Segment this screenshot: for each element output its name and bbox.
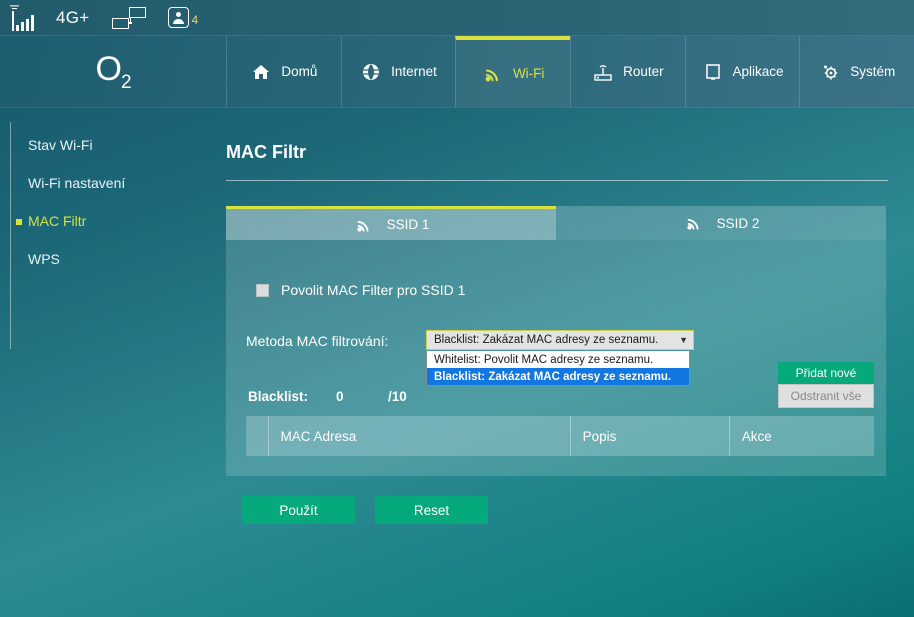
nav-item-internet[interactable]: Internet bbox=[340, 36, 456, 107]
option-label: Whitelist: Povolit MAC adresy ze seznamu… bbox=[434, 353, 654, 366]
enable-filter-checkbox[interactable] bbox=[256, 283, 269, 297]
list-name-label: Blacklist: bbox=[248, 388, 309, 404]
monitor-icon bbox=[702, 61, 724, 83]
signal-bar-group bbox=[16, 14, 34, 31]
router-icon bbox=[592, 61, 614, 83]
nav-item-label: Aplikace bbox=[732, 64, 784, 79]
sidebar-item-wps[interactable]: WPS bbox=[0, 240, 226, 278]
filter-method-selected-value: Blacklist: Zakázat MAC adresy ze seznamu… bbox=[434, 334, 659, 346]
signal-strength-indicator bbox=[10, 4, 34, 31]
network-nodes-icon bbox=[111, 6, 146, 29]
sidebar-item-stav-wifi[interactable]: Stav Wi-Fi bbox=[0, 126, 226, 164]
list-count-value: 0 bbox=[336, 388, 344, 404]
brand-logo-letter: O bbox=[95, 49, 121, 88]
tab-ssid-1[interactable]: SSID 1 bbox=[226, 206, 556, 240]
wifi-icon bbox=[683, 212, 705, 234]
sidebar-item-label: WPS bbox=[28, 251, 60, 267]
table-col-select bbox=[246, 416, 268, 456]
tab-label: SSID 1 bbox=[386, 217, 430, 232]
tab-ssid-2[interactable]: SSID 2 bbox=[556, 206, 886, 240]
nav-item-label: Wi-Fi bbox=[512, 66, 545, 81]
option-label: Blacklist: Zakázat MAC adresy ze seznamu… bbox=[434, 370, 672, 383]
wifi-icon bbox=[353, 214, 375, 236]
table-col-mac-address: MAC Adresa bbox=[267, 416, 571, 456]
connected-users-icon bbox=[167, 7, 189, 28]
brand-logo: O2 bbox=[0, 36, 226, 107]
nav-item-aplikace[interactable]: Aplikace bbox=[684, 36, 800, 107]
connected-users-indicator: 4 bbox=[167, 7, 199, 28]
signal-waves-icon bbox=[10, 4, 19, 9]
nav-item-system[interactable]: Systém bbox=[799, 36, 914, 107]
globe-icon bbox=[360, 61, 382, 83]
nav-items: Domů Internet Wi-Fi Router Aplikace Syst… bbox=[226, 36, 914, 107]
enable-filter-row: Povolit MAC Filter pro SSID 1 bbox=[226, 262, 886, 298]
content-area: MAC Filtr SSID 1 SSID 2 Povolit MAC Filt… bbox=[226, 108, 914, 617]
ssid-tabs: SSID 1 SSID 2 bbox=[226, 206, 886, 240]
filter-method-select[interactable]: Blacklist: Zakázat MAC adresy ze seznamu… bbox=[426, 330, 694, 350]
list-max-value: /10 bbox=[388, 388, 407, 404]
nav-item-label: Domů bbox=[281, 64, 318, 79]
enable-filter-label: Povolit MAC Filter pro SSID 1 bbox=[281, 282, 466, 298]
delete-all-button: Odstranit vše bbox=[778, 384, 874, 408]
sidebar-item-mac-filtr[interactable]: MAC Filtr bbox=[0, 202, 226, 240]
connected-users-count: 4 bbox=[191, 13, 199, 27]
status-bar: 4G+ 4 bbox=[0, 0, 914, 36]
main-layout: Stav Wi-Fi Wi-Fi nastavení MAC Filtr WPS… bbox=[0, 108, 914, 617]
signal-mast bbox=[12, 10, 14, 31]
sidebar-item-wifi-nastaveni[interactable]: Wi-Fi nastavení bbox=[0, 164, 226, 202]
panel-body: Povolit MAC Filter pro SSID 1 Metoda MAC… bbox=[226, 240, 886, 476]
table-col-action: Akce bbox=[728, 416, 874, 456]
apply-button[interactable]: Použít bbox=[242, 496, 355, 524]
nav-item-label: Router bbox=[623, 64, 664, 79]
sidebar-item-label: Stav Wi-Fi bbox=[28, 137, 93, 153]
nav-item-domu[interactable]: Domů bbox=[226, 36, 341, 107]
mac-filter-panel: SSID 1 SSID 2 Povolit MAC Filter pro SSI… bbox=[226, 206, 886, 476]
filter-method-option-blacklist[interactable]: Blacklist: Zakázat MAC adresy ze seznamu… bbox=[427, 368, 689, 385]
table-header-row: MAC Adresa Popis Akce bbox=[246, 416, 874, 456]
wifi-icon bbox=[482, 63, 504, 85]
add-new-button[interactable]: Přidat nové bbox=[778, 362, 874, 384]
tab-label: SSID 2 bbox=[716, 215, 760, 231]
nav-item-wifi[interactable]: Wi-Fi bbox=[455, 36, 571, 107]
nav-item-label: Internet bbox=[391, 64, 437, 79]
chevron-down-icon: ▼ bbox=[679, 335, 688, 345]
filter-method-select-wrapper: Blacklist: Zakázat MAC adresy ze seznamu… bbox=[426, 330, 694, 386]
filter-method-options-list: Whitelist: Povolit MAC adresy ze seznamu… bbox=[426, 351, 690, 386]
filter-method-row: Metoda MAC filtrování: Blacklist: Zakáza… bbox=[226, 298, 886, 386]
nav-item-label: Systém bbox=[850, 64, 896, 79]
form-action-buttons: Použít Reset bbox=[242, 496, 888, 524]
reset-button[interactable]: Reset bbox=[375, 496, 488, 524]
filter-method-label: Metoda MAC filtrování: bbox=[246, 333, 389, 349]
title-divider bbox=[226, 180, 888, 181]
network-type-label: 4G+ bbox=[56, 8, 90, 27]
sidebar: Stav Wi-Fi Wi-Fi nastavení MAC Filtr WPS bbox=[0, 108, 226, 617]
sidebar-item-label: MAC Filtr bbox=[28, 213, 87, 229]
top-navigation-bar: O2 Domů Internet Wi-Fi Router Aplikace S… bbox=[0, 36, 914, 108]
home-icon bbox=[250, 61, 272, 83]
signal-bars-icon bbox=[10, 4, 34, 31]
sidebar-item-label: Wi-Fi nastavení bbox=[28, 175, 126, 191]
list-action-buttons: Přidat nové Odstranit vše bbox=[778, 362, 874, 408]
page-title: MAC Filtr bbox=[226, 142, 306, 162]
gear-icon bbox=[819, 61, 841, 83]
mac-address-table: MAC Adresa Popis Akce bbox=[246, 416, 874, 456]
filter-method-option-whitelist[interactable]: Whitelist: Povolit MAC adresy ze seznamu… bbox=[427, 351, 689, 368]
brand-logo-subscript: 2 bbox=[120, 71, 132, 93]
nav-item-router[interactable]: Router bbox=[570, 36, 685, 107]
table-col-description: Popis bbox=[569, 416, 730, 456]
